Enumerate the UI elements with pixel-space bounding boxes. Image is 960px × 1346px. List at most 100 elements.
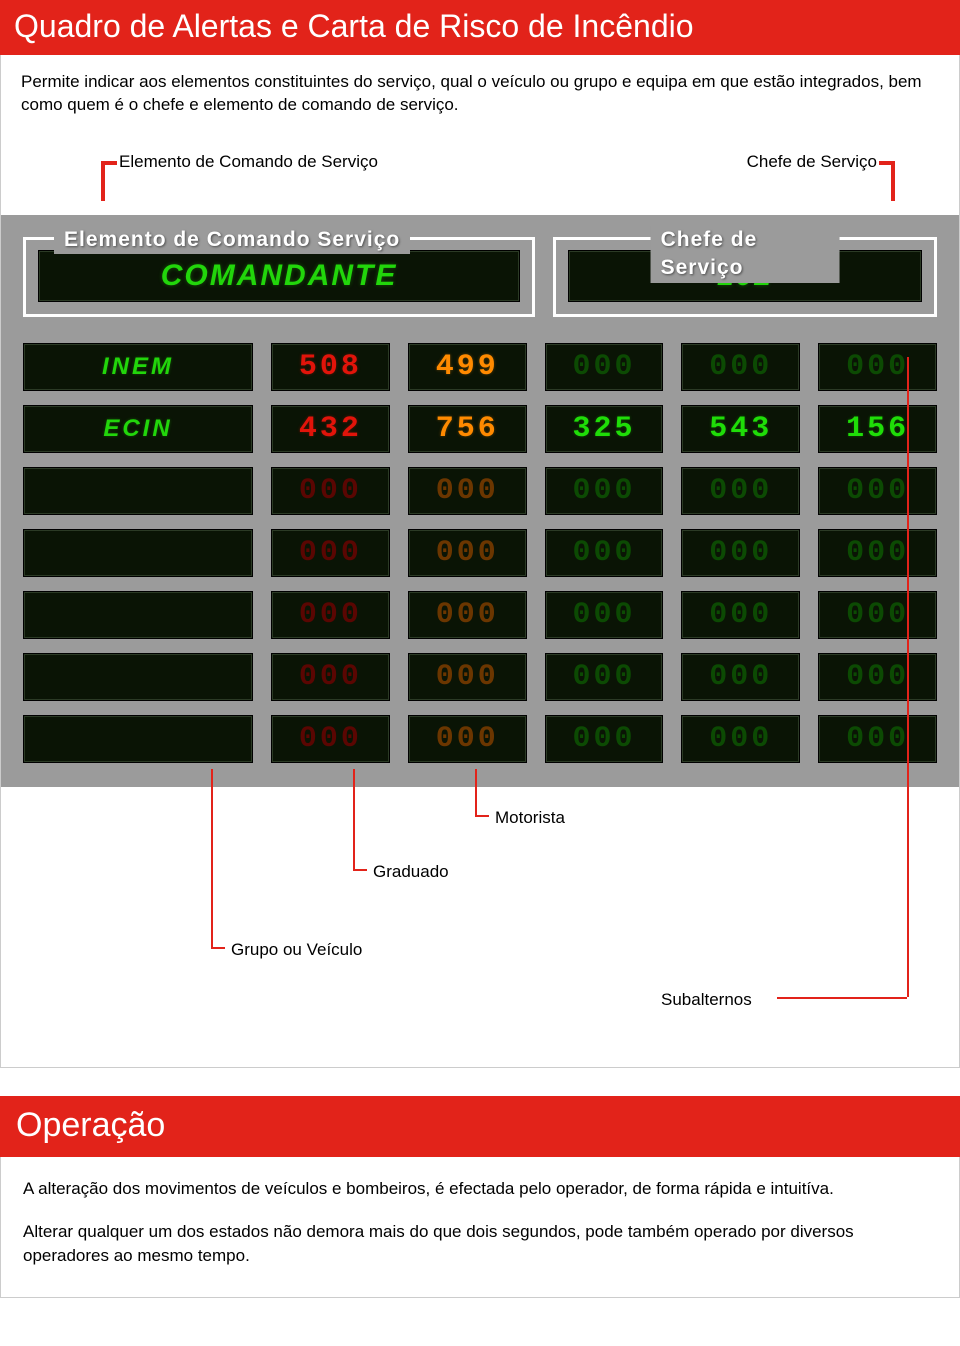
grid-cell: 000 xyxy=(818,591,937,639)
grid-cell-value: 000 xyxy=(709,533,772,574)
grid-cell-value: 156 xyxy=(846,409,909,450)
grid-row-label: ECIN xyxy=(23,405,253,453)
grid-cell: 000 xyxy=(818,715,937,763)
grid-cell-value: 000 xyxy=(709,595,772,636)
panel-grid: INEM 508 499 000 000 000 ECIN 432 756 325 543 156 00… xyxy=(23,343,937,763)
grid-cell-value: 000 xyxy=(572,471,635,512)
grid-cell-value: 000 xyxy=(572,719,635,760)
grid-cell: 000 xyxy=(681,591,800,639)
legend-chefe-servico-title: Chefe de Serviço xyxy=(651,226,840,283)
grid-cell-value: 000 xyxy=(299,533,362,574)
callout-elemento-comando-text: Elemento de Comando de Serviço xyxy=(119,152,378,171)
grid-cell-value: 000 xyxy=(846,657,909,698)
grid-cell: 000 xyxy=(271,529,390,577)
grid-cell-value: 000 xyxy=(572,595,635,636)
callout-subalternos: Subalternos xyxy=(661,989,752,1012)
grid-cell: 499 xyxy=(408,343,527,391)
grid-cell-value: 325 xyxy=(572,409,635,450)
grid-cell: 000 xyxy=(818,653,937,701)
grid-cell-value: 000 xyxy=(709,471,772,512)
grid-cell-value: 000 xyxy=(572,657,635,698)
grid-cell-value: 000 xyxy=(436,533,499,574)
grid-cell-value: 000 xyxy=(436,719,499,760)
grid-cell: 000 xyxy=(681,653,800,701)
grid-row-label xyxy=(23,715,253,763)
grid-cell-value: 499 xyxy=(436,347,499,388)
grid-cell: 000 xyxy=(271,467,390,515)
grid-cell-value: 756 xyxy=(436,409,499,450)
grid-cell-value: 000 xyxy=(846,595,909,636)
grid-cell: 000 xyxy=(681,343,800,391)
section2-title: Operação xyxy=(16,1106,165,1144)
grid-cell: 000 xyxy=(545,591,664,639)
grid-cell: 000 xyxy=(818,529,937,577)
top-callouts: Elemento de Comando de Serviço Chefe de … xyxy=(21,151,939,215)
grid-cell: 000 xyxy=(545,529,664,577)
panel-top-row: Elemento de Comando Serviço COMANDANTE C… xyxy=(23,237,937,317)
section1-header: Quadro de Alertas e Carta de Risco de In… xyxy=(0,0,960,55)
grid-cell-value: 508 xyxy=(299,347,362,388)
grid-cell: 000 xyxy=(545,715,664,763)
grid-cell-value: 543 xyxy=(709,409,772,450)
section2-p2: Alterar qualquer um dos estados não demo… xyxy=(23,1220,937,1269)
lcd-comandante-value: COMANDANTE xyxy=(161,256,398,297)
grid-cell-value: 000 xyxy=(709,657,772,698)
grid-cell: 000 xyxy=(545,467,664,515)
grid-cell: 756 xyxy=(408,405,527,453)
section1-body: Permite indicar aos elementos constituin… xyxy=(0,55,960,1068)
grid-row-label xyxy=(23,467,253,515)
section2-p1: A alteração dos movimentos de veículos e… xyxy=(23,1177,937,1202)
grid-cell-value: 000 xyxy=(709,719,772,760)
grid-cell-value: 432 xyxy=(299,409,362,450)
grid-row-label xyxy=(23,591,253,639)
grid-cell: 000 xyxy=(271,653,390,701)
grid-cell-value: 000 xyxy=(436,471,499,512)
grid-cell: 543 xyxy=(681,405,800,453)
legend-elemento-comando-title: Elemento de Comando Serviço xyxy=(54,226,410,254)
grid-cell: 000 xyxy=(545,343,664,391)
grid-cell: 508 xyxy=(271,343,390,391)
callout-chefe-servico-text: Chefe de Serviço xyxy=(747,152,877,171)
alert-panel: Elemento de Comando Serviço COMANDANTE C… xyxy=(1,215,959,787)
callout-graduado: Graduado xyxy=(373,861,449,884)
grid-cell-value: 000 xyxy=(436,657,499,698)
grid-cell-value: 000 xyxy=(846,471,909,512)
grid-cell-value: 000 xyxy=(846,719,909,760)
grid-cell: 000 xyxy=(408,653,527,701)
grid-cell: 000 xyxy=(408,529,527,577)
section1-title: Quadro de Alertas e Carta de Risco de In… xyxy=(14,8,694,44)
grid-cell: 000 xyxy=(818,343,937,391)
grid-cell-value: 000 xyxy=(572,533,635,574)
callout-grupo-veiculo: Grupo ou Veículo xyxy=(231,939,362,962)
grid-cell: 000 xyxy=(271,591,390,639)
grid-cell-value: 000 xyxy=(436,595,499,636)
grid-cell-value: 000 xyxy=(846,533,909,574)
grid-row-label-text: ECIN xyxy=(103,413,172,445)
grid-cell-value: 000 xyxy=(299,657,362,698)
section1-intro: Permite indicar aos elementos constituin… xyxy=(21,71,939,117)
grid-cell: 156 xyxy=(818,405,937,453)
grid-cell: 432 xyxy=(271,405,390,453)
grid-cell: 000 xyxy=(818,467,937,515)
grid-cell: 000 xyxy=(408,715,527,763)
grid-cell: 000 xyxy=(545,653,664,701)
grid-cell-value: 000 xyxy=(709,347,772,388)
grid-cell: 000 xyxy=(681,715,800,763)
grid-cell-value: 000 xyxy=(572,347,635,388)
grid-cell: 000 xyxy=(271,715,390,763)
grid-row-label: INEM xyxy=(23,343,253,391)
grid-cell: 000 xyxy=(408,467,527,515)
grid-cell-value: 000 xyxy=(299,595,362,636)
grid-cell: 000 xyxy=(408,591,527,639)
callout-elemento-comando: Elemento de Comando de Serviço xyxy=(119,151,378,174)
grid-row-label-text: INEM xyxy=(102,351,174,383)
grid-cell-value: 000 xyxy=(299,719,362,760)
callout-motorista: Motorista xyxy=(495,807,565,830)
grid-cell: 000 xyxy=(681,529,800,577)
callout-chefe-servico: Chefe de Serviço xyxy=(747,151,877,174)
section2-header: Operação xyxy=(0,1096,960,1157)
legend-elemento-comando: Elemento de Comando Serviço COMANDANTE xyxy=(23,237,535,317)
grid-row-label xyxy=(23,529,253,577)
grid-cell: 000 xyxy=(681,467,800,515)
section2-body: A alteração dos movimentos de veículos e… xyxy=(0,1157,960,1298)
